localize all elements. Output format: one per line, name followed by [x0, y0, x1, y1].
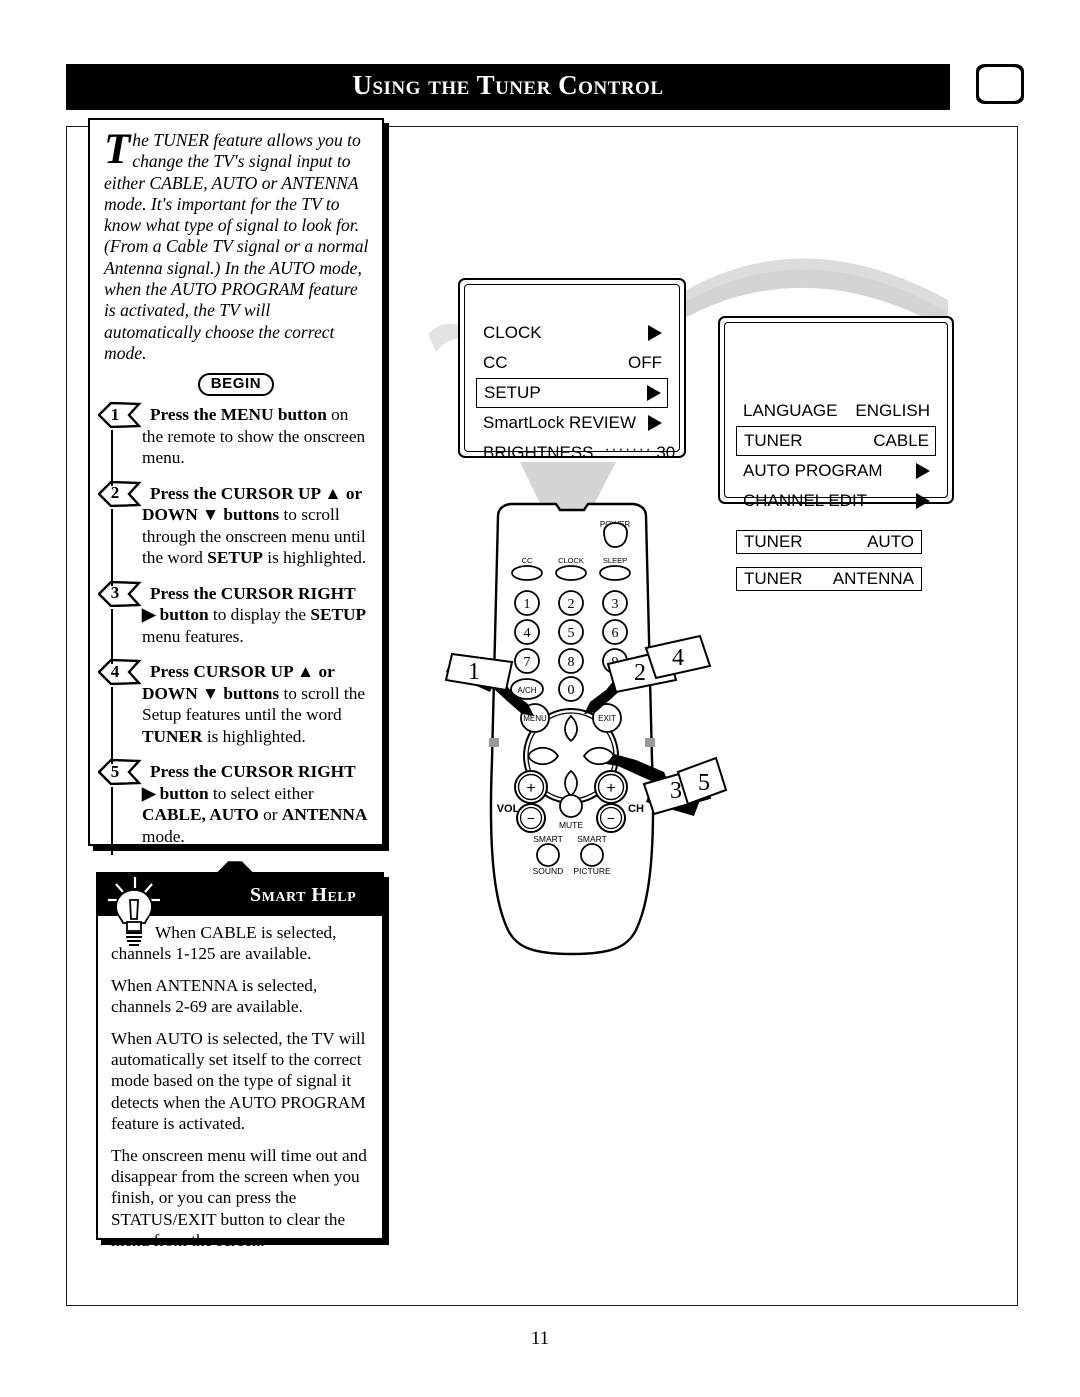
chevron-right-icon	[648, 325, 662, 341]
step-number-badge-5: 5	[98, 759, 142, 786]
smart-help-paragraph-3: When AUTO is selected, the TV will autom…	[111, 1028, 366, 1134]
step-item-1: 1 Press the MENU button on the remote to…	[98, 402, 370, 486]
step-number-badge-3: 3	[98, 580, 142, 607]
step-item-3: 3 Press the CURSOR RIGHT ▶ button to dis…	[98, 580, 370, 665]
osd-row-auto-program-label: AUTO PROGRAM	[743, 461, 883, 480]
begin-marker-wrap: BEGIN	[90, 373, 382, 397]
osd-row-smartlock-label: SmartLock REVIEW	[483, 413, 637, 432]
intro-paragraph: The TUNER feature allows you to change t…	[90, 120, 382, 364]
osd-row-auto-program[interactable]: AUTO PROGRAM	[736, 456, 936, 486]
osd-row-tuner-value: CABLE	[873, 431, 929, 450]
osd-row-language-value: ENGLISH	[855, 401, 930, 420]
osd-row-language-label: LANGUAGE	[743, 401, 838, 420]
osd-row-tuner-label: TUNER	[744, 431, 803, 450]
smart-help-paragraph-4: The onscreen menu will time out and disa…	[111, 1145, 367, 1251]
osd-row-cc-label: CC	[483, 353, 508, 372]
tuner-variant-auto[interactable]: TUNER AUTO	[736, 530, 922, 554]
lightbulb-icon	[108, 877, 160, 946]
osd-row-setup-label: SETUP	[484, 383, 541, 402]
step-text-3: Press the CURSOR RIGHT ▶ button to displ…	[142, 583, 367, 646]
osd-row-brightness-label: BRIGHTNESS	[483, 443, 594, 462]
manual-page: Using the Tuner Control The TUNER featur…	[0, 0, 1080, 1397]
osd-row-cc-value: OFF	[628, 353, 662, 372]
intro-dropcap: T	[104, 126, 131, 173]
osd-row-setup[interactable]: SETUP	[476, 378, 668, 408]
step-connector-3	[111, 608, 113, 665]
step-number-badge-2: 2	[98, 480, 142, 507]
step-text-1: Press the MENU button on the remote to s…	[142, 405, 366, 468]
step-connector-2	[111, 508, 113, 586]
step-number-3: 3	[110, 583, 120, 603]
step-number-4: 4	[110, 661, 120, 681]
tuner-variant-antenna-label: TUNER	[744, 569, 803, 588]
step-number-badge-1: 1	[98, 402, 142, 429]
osd-row-smartlock-review[interactable]: SmartLock REVIEW	[476, 408, 668, 438]
osd-row-channel-edit[interactable]: CHANNEL EDIT	[736, 486, 936, 516]
tuner-variant-auto-value: AUTO	[867, 532, 914, 551]
page-title: Using the Tuner Control	[352, 70, 664, 100]
smart-help-title: Smart Help	[250, 883, 357, 906]
smart-help-paragraph-2: When ANTENNA is selected, channels 2-69 …	[111, 975, 318, 1017]
step-text-2: Press the CURSOR UP ▲ or DOWN ▼ buttons …	[142, 483, 367, 568]
intro-text: he TUNER feature allows you to change th…	[104, 130, 369, 363]
chevron-right-icon	[648, 415, 662, 431]
osd-row-brightness[interactable]: BRIGHTNESS ······· 30	[476, 438, 675, 468]
osd-row-clock-label: CLOCK	[483, 323, 542, 342]
osd-row-cc[interactable]: CC OFF	[476, 348, 668, 378]
osd-row-channel-edit-label: CHANNEL EDIT	[743, 491, 868, 510]
step-number-badge-4: 4	[98, 659, 142, 686]
step-number-1: 1	[110, 404, 120, 424]
smart-help-body: When CABLE is selected, channels 1-125 a…	[98, 916, 382, 1252]
osd-setup-rows: LANGUAGE ENGLISH TUNER CABLE AUTO PROGRA…	[736, 396, 936, 516]
page-header-bar: Using the Tuner Control	[66, 64, 950, 110]
tuner-variant-auto-label: TUNER	[744, 532, 803, 551]
tuner-variant-antenna-value: ANTENNA	[832, 569, 914, 588]
step-number-2: 2	[110, 483, 120, 503]
step-connector-5	[111, 787, 113, 856]
instruction-panel: The TUNER feature allows you to change t…	[88, 118, 384, 896]
osd-row-language[interactable]: LANGUAGE ENGLISH	[736, 396, 936, 426]
begin-badge: BEGIN	[197, 373, 275, 397]
osd-setup-menu: LANGUAGE ENGLISH TUNER CABLE AUTO PROGRA…	[718, 316, 954, 510]
tuner-variant-antenna[interactable]: TUNER ANTENNA	[736, 567, 922, 591]
osd-row-clock[interactable]: CLOCK	[476, 318, 668, 348]
chevron-right-icon	[647, 385, 661, 401]
step-item-5: 5 Press the CURSOR RIGHT ▶ button to sel…	[98, 759, 370, 856]
step-number-5: 5	[110, 761, 120, 781]
osd-row-tuner[interactable]: TUNER CABLE	[736, 426, 936, 456]
osd-main-menu: CLOCK CC OFF SETUP SmartLock REVIEW BRIG…	[458, 278, 686, 462]
chevron-right-icon	[916, 463, 930, 479]
osd-row-brightness-value: 30	[656, 443, 676, 462]
page-number: 11	[530, 1328, 550, 1349]
step-connector-4	[111, 687, 113, 765]
step-item-2: 2 Press the CURSOR UP ▲ or DOWN ▼ button…	[98, 480, 370, 586]
tv-screen-icon	[976, 64, 1024, 104]
chevron-right-icon	[916, 493, 930, 509]
osd-main-rows: CLOCK CC OFF SETUP SmartLock REVIEW BRIG…	[476, 318, 675, 468]
step-item-4: 4 Press CURSOR UP ▲ or DOWN ▼ buttons to…	[98, 659, 370, 765]
steps-list: 1 Press the MENU button on the remote to…	[90, 396, 382, 896]
step-connector-1	[111, 430, 113, 486]
brightness-bar-track: ·······	[604, 441, 653, 458]
step-text-4: Press CURSOR UP ▲ or DOWN ▼ buttons to s…	[142, 662, 366, 746]
step-text-5: Press the CURSOR RIGHT ▶ button to selec…	[142, 762, 368, 846]
